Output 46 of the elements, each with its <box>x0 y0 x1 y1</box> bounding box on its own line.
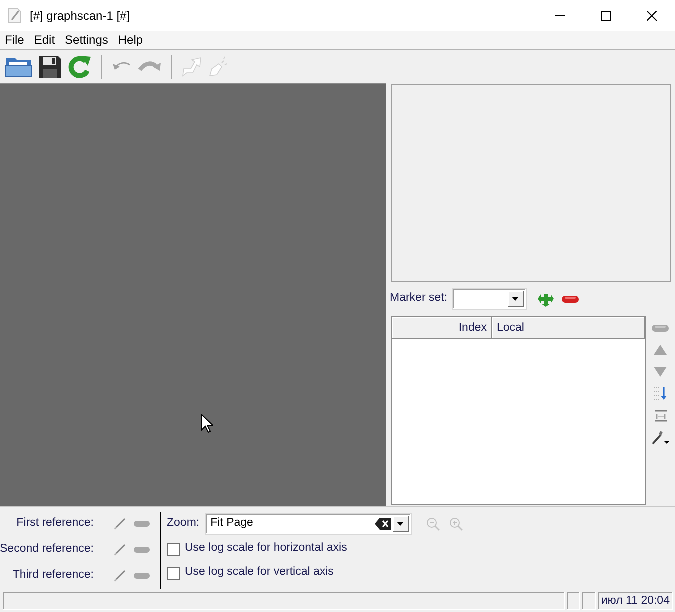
wand-icon[interactable] <box>652 430 670 446</box>
marker-set-dropdown[interactable] <box>452 289 526 309</box>
minus-icon[interactable] <box>652 324 669 332</box>
checkbox[interactable] <box>167 542 180 556</box>
menu-item[interactable]: Settings <box>60 31 114 49</box>
zoom-combo[interactable]: Fit Page <box>206 514 411 534</box>
sort-icon[interactable] <box>654 387 668 401</box>
minimize-icon <box>555 15 565 16</box>
reference-label: Third reference: <box>12 568 94 584</box>
column-header[interactable]: Local <box>492 317 645 339</box>
pencil-icon[interactable] <box>114 570 126 582</box>
up-arrow-icon[interactable] <box>654 345 667 355</box>
column-header[interactable]: Index <box>392 317 492 339</box>
checkbox-label: Use log scale for horizontal axis <box>185 541 348 556</box>
checkbox[interactable] <box>167 566 180 580</box>
minus-icon[interactable] <box>134 573 150 579</box>
maximize-icon <box>601 10 611 20</box>
reference-label: First reference: <box>16 516 94 532</box>
menu-item[interactable]: Edit <box>29 31 60 49</box>
minus-icon[interactable] <box>134 521 150 527</box>
circular-arrow-icon[interactable] <box>67 54 92 79</box>
pencil-icon[interactable] <box>114 544 126 556</box>
zoom-label: Zoom: <box>167 516 200 532</box>
menu-item[interactable]: Help <box>113 31 148 49</box>
reference-label: Second reference: <box>0 542 94 558</box>
app-icon <box>7 8 23 24</box>
add-icon[interactable] <box>538 291 554 307</box>
caret-icon <box>397 522 404 526</box>
remove-icon[interactable] <box>562 296 579 302</box>
marker-set-label: Marker set: <box>390 291 448 306</box>
mouse-cursor-icon <box>201 414 213 433</box>
checkbox-label: Use log scale for vertical axis <box>185 565 334 580</box>
caret-icon <box>512 297 520 301</box>
window-title: [#] graphscan-1 [#] <box>30 8 130 24</box>
clear-icon[interactable] <box>374 518 391 530</box>
close-icon <box>647 10 657 20</box>
status-field <box>566 592 580 610</box>
pencil-icon[interactable] <box>114 518 126 530</box>
dropdown-button[interactable] <box>392 516 409 532</box>
minus-icon[interactable] <box>134 547 150 553</box>
down-arrow-icon[interactable] <box>654 367 667 377</box>
align-icon[interactable] <box>654 410 666 422</box>
menu-item[interactable]: File <box>0 31 30 49</box>
dropdown-button[interactable] <box>508 291 524 307</box>
status-time: июл 11 20:04 <box>598 592 673 610</box>
status-field <box>582 592 596 610</box>
